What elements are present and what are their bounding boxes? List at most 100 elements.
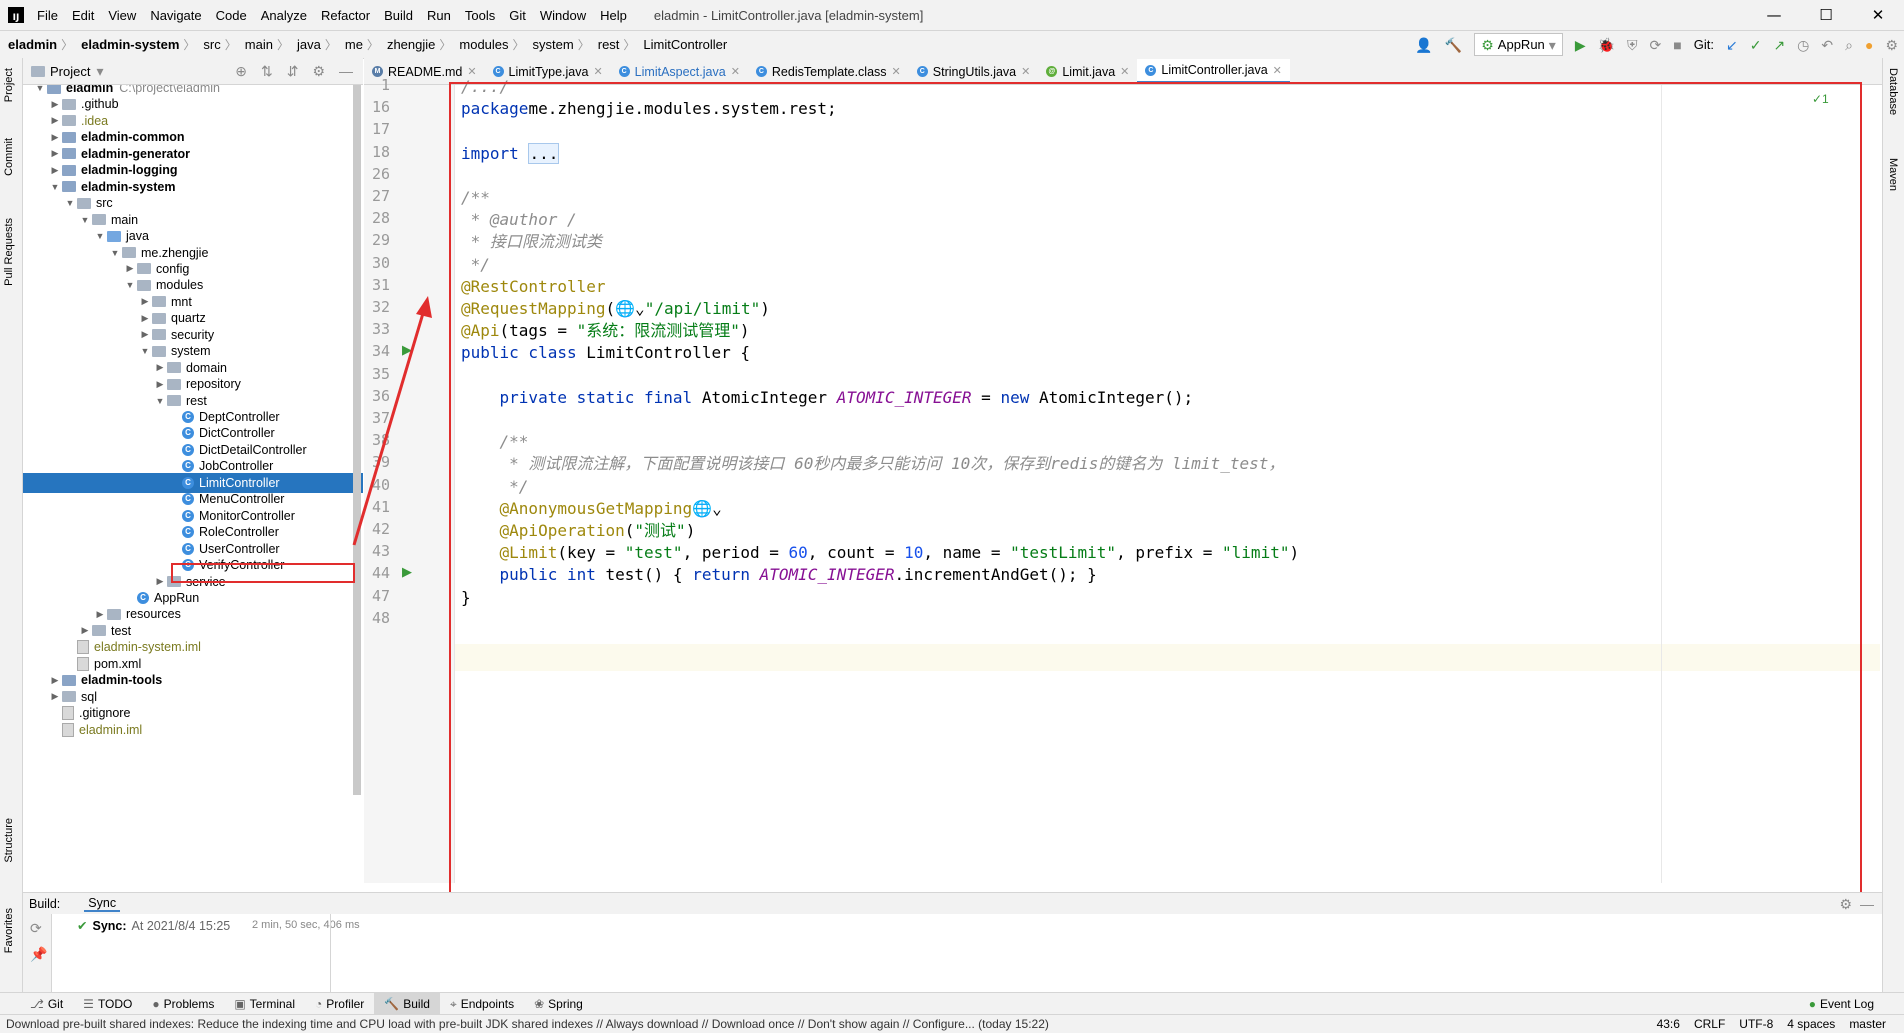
breadcrumb-item[interactable]: me xyxy=(337,37,367,52)
maximize-button[interactable]: ☐ xyxy=(1800,0,1852,30)
collapsed-arrow-icon[interactable]: ▶ xyxy=(78,625,92,636)
hide-icon[interactable]: — xyxy=(1860,897,1874,911)
menu-navigate[interactable]: Navigate xyxy=(143,8,208,23)
tool-window-endpoints[interactable]: ⌖ Endpoints xyxy=(440,993,524,1015)
indent-setting[interactable]: 4 spaces xyxy=(1787,1017,1835,1031)
collapsed-arrow-icon[interactable]: ▶ xyxy=(48,675,62,686)
close-button[interactable]: ✕ xyxy=(1852,0,1904,30)
expanded-arrow-icon[interactable]: ▼ xyxy=(108,248,122,258)
build-divider[interactable] xyxy=(330,914,331,992)
run-icon[interactable]: ▶ xyxy=(1575,38,1586,52)
coverage-icon[interactable]: ⛨ xyxy=(1627,38,1638,52)
rollback-icon[interactable]: ↶ xyxy=(1821,38,1833,52)
stop-icon[interactable]: ■ xyxy=(1673,38,1681,52)
menu-code[interactable]: Code xyxy=(209,8,254,23)
collapsed-arrow-icon[interactable]: ▶ xyxy=(138,313,152,324)
database-tool-tab[interactable]: Database xyxy=(1887,68,1899,115)
menu-run[interactable]: Run xyxy=(420,8,458,23)
git-branch[interactable]: master xyxy=(1849,1017,1886,1031)
editor-tab[interactable]: C RedisTemplate.class ✕ xyxy=(748,59,909,84)
editor-tab[interactable]: C LimitAspect.java ✕ xyxy=(611,59,748,84)
breadcrumb-item[interactable]: main xyxy=(237,37,277,52)
user-icon[interactable]: 👤 xyxy=(1415,38,1432,52)
breadcrumb-item[interactable]: LimitController xyxy=(635,37,731,52)
close-tab-icon[interactable]: ✕ xyxy=(731,65,740,78)
menu-build[interactable]: Build xyxy=(377,8,420,23)
line-separator[interactable]: CRLF xyxy=(1694,1017,1725,1031)
update-icon[interactable]: ● xyxy=(1865,38,1873,52)
tool-window-todo[interactable]: ☰ TODO xyxy=(73,993,142,1015)
status-message[interactable]: Download pre-built shared indexes: Reduc… xyxy=(6,1017,1266,1031)
commit-tool-tab[interactable]: Commit xyxy=(3,138,15,176)
expanded-arrow-icon[interactable]: ▼ xyxy=(33,85,47,93)
gear-icon[interactable]: ⚙ xyxy=(312,64,325,78)
expanded-arrow-icon[interactable]: ▼ xyxy=(78,215,92,225)
tree-item[interactable]: eladmin.iml xyxy=(23,720,363,740)
editor-tab[interactable]: C LimitController.java ✕ xyxy=(1137,59,1290,84)
breadcrumb-item[interactable]: src xyxy=(195,37,224,52)
menu-window[interactable]: Window xyxy=(533,8,593,23)
breadcrumb-item[interactable]: eladmin-system xyxy=(73,37,183,52)
expanded-arrow-icon[interactable]: ▼ xyxy=(93,231,107,241)
close-tab-icon[interactable]: ✕ xyxy=(1273,64,1282,77)
gear-icon[interactable]: ⚙ xyxy=(1839,897,1852,911)
expanded-arrow-icon[interactable]: ▼ xyxy=(63,198,77,208)
menu-analyze[interactable]: Analyze xyxy=(254,8,314,23)
collapsed-arrow-icon[interactable]: ▶ xyxy=(138,296,152,307)
locate-icon[interactable]: ⊕ xyxy=(235,64,247,78)
close-tab-icon[interactable]: ✕ xyxy=(593,65,602,78)
event-log-button[interactable]: Event Log xyxy=(1820,997,1874,1011)
collapsed-arrow-icon[interactable]: ▶ xyxy=(93,609,107,620)
close-tab-icon[interactable]: ✕ xyxy=(892,65,901,78)
collapse-all-icon[interactable]: ⇵ xyxy=(287,64,299,78)
run-configuration-select[interactable]: ⚙ AppRun ▾ xyxy=(1474,33,1563,56)
tool-window-terminal[interactable]: ▣ Terminal xyxy=(224,993,305,1015)
search-icon[interactable]: ⌕ xyxy=(1845,38,1853,52)
tool-window-build[interactable]: 🔨 Build xyxy=(374,993,440,1015)
debug-icon[interactable]: 🐞 xyxy=(1598,38,1615,52)
collapsed-arrow-icon[interactable]: ▶ xyxy=(48,165,62,176)
build-sync-tab[interactable]: Sync xyxy=(84,896,121,912)
history-icon[interactable]: ◷ xyxy=(1797,38,1809,52)
refresh-icon[interactable]: ⟳ xyxy=(30,922,42,936)
tool-window-profiler[interactable]: ◔ Profiler xyxy=(305,993,374,1015)
expanded-arrow-icon[interactable]: ▼ xyxy=(123,280,137,290)
collapsed-arrow-icon[interactable]: ▶ xyxy=(138,329,152,340)
tool-window-git[interactable]: ⎇ Git xyxy=(20,993,73,1015)
structure-tool-tab[interactable]: Structure xyxy=(3,818,15,863)
collapsed-arrow-icon[interactable]: ▶ xyxy=(48,115,62,126)
breadcrumb-item[interactable]: zhengjie xyxy=(379,37,439,52)
hide-icon[interactable]: — xyxy=(339,64,353,78)
collapsed-arrow-icon[interactable]: ▶ xyxy=(48,99,62,110)
close-tab-icon[interactable]: ✕ xyxy=(1021,65,1030,78)
file-encoding[interactable]: UTF-8 xyxy=(1739,1017,1773,1031)
git-update-icon[interactable]: ↙ xyxy=(1726,38,1738,52)
breadcrumb-item[interactable]: java xyxy=(289,37,325,52)
expanded-arrow-icon[interactable]: ▼ xyxy=(153,396,167,406)
collapsed-arrow-icon[interactable]: ▶ xyxy=(153,379,167,390)
expanded-arrow-icon[interactable]: ▼ xyxy=(138,346,152,356)
menu-help[interactable]: Help xyxy=(593,8,634,23)
build-hammer-icon[interactable]: 🔨 xyxy=(1445,38,1462,52)
git-push-icon[interactable]: ↗ xyxy=(1773,38,1785,52)
breadcrumb-item[interactable]: system xyxy=(525,37,578,52)
project-view-select[interactable]: Project xyxy=(50,64,90,79)
menu-tools[interactable]: Tools xyxy=(458,8,502,23)
maven-tool-tab[interactable]: Maven xyxy=(1887,158,1899,191)
collapsed-arrow-icon[interactable]: ▶ xyxy=(153,576,167,587)
menu-file[interactable]: File xyxy=(30,8,65,23)
run-method-icon[interactable]: ▶ xyxy=(402,565,412,580)
profiler-icon[interactable]: ⟳ xyxy=(1650,38,1662,52)
favorites-tool-tab[interactable]: Favorites xyxy=(3,908,15,953)
collapsed-arrow-icon[interactable]: ▶ xyxy=(48,691,62,702)
pull-requests-tool-tab[interactable]: Pull Requests xyxy=(3,218,15,286)
tool-window-problems[interactable]: ● Problems xyxy=(142,993,224,1015)
caret-position[interactable]: 43:6 xyxy=(1657,1017,1680,1031)
editor-tab[interactable]: C StringUtils.java ✕ xyxy=(909,59,1039,84)
tool-window-spring[interactable]: ❀ Spring xyxy=(524,993,593,1015)
breadcrumb-item[interactable]: rest xyxy=(590,37,624,52)
collapsed-arrow-icon[interactable]: ▶ xyxy=(48,132,62,143)
expand-all-icon[interactable]: ⇅ xyxy=(261,64,273,78)
minimize-button[interactable]: — xyxy=(1748,0,1800,30)
collapsed-arrow-icon[interactable]: ▶ xyxy=(48,148,62,159)
